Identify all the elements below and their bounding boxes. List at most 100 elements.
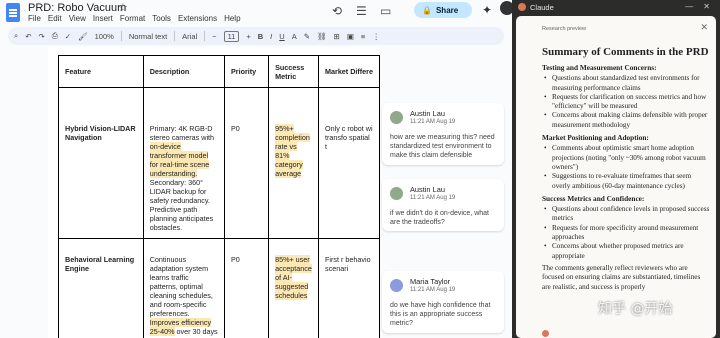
section-list: Comments about optimistic smart home ado… — [542, 144, 710, 190]
avatar[interactable] — [500, 1, 512, 15]
cell-feature[interactable]: Hybrid Vision-LIDAR Navigation — [58, 87, 144, 239]
cell-market[interactable]: Only c robot wi transfo spatial t — [318, 87, 380, 239]
metric-highlight[interactable]: 85%+ user acceptance of AI-suggested sch… — [275, 255, 312, 300]
share-label: Share — [435, 5, 459, 15]
spellcheck-icon[interactable]: ✓ — [65, 32, 71, 41]
cell-description[interactable]: Primary: 4K RGB-D stereo cameras with on… — [142, 87, 226, 239]
table-row: Behavioral Learning Engine Continuous ad… — [58, 238, 380, 338]
more-icon[interactable]: ⋮ — [372, 32, 380, 41]
comment-card[interactable]: Austin Lau 11:21 AM Aug 19 how are we me… — [382, 103, 504, 165]
menu-extensions[interactable]: Extensions — [178, 14, 217, 23]
italic-icon[interactable]: I — [270, 32, 272, 41]
comment-text: do we have high confidence that this is … — [390, 302, 491, 327]
history-icon[interactable]: ⟲ — [332, 4, 342, 18]
align-icon[interactable]: ≡ — [361, 32, 365, 41]
add-comment-icon[interactable]: ⊞ — [334, 32, 340, 41]
document-title[interactable]: PRD: Robo Vacuum — [28, 2, 126, 14]
comment-text: how are we measuring this? need standard… — [390, 134, 495, 159]
comment-time: 11:21 AM Aug 19 — [410, 195, 456, 201]
cell-feature[interactable]: Behavioral Learning Engine — [58, 238, 144, 338]
menu-edit[interactable]: Edit — [48, 14, 62, 23]
menu-insert[interactable]: Insert — [93, 14, 113, 23]
list-item: Comments about optimistic smart home ado… — [542, 144, 710, 172]
commenter-name: Maria Taylor — [410, 277, 451, 286]
list-item: Questions about confidence levels in pro… — [542, 205, 710, 224]
summary-closing: The comments generally reflect reviewers… — [542, 263, 701, 291]
share-button[interactable]: 🔒 Share — [414, 2, 472, 18]
prd-table: Feature Description Priority Success Met… — [58, 55, 380, 338]
commenter-name: Austin Lau — [410, 109, 445, 118]
underline-icon[interactable]: U — [279, 32, 284, 41]
link-icon[interactable]: ⛓ — [317, 32, 327, 41]
comment-card[interactable]: Maria Taylor 11:21 AM Aug 19 do we have … — [382, 271, 504, 333]
commenter-name: Austin Lau — [410, 185, 445, 194]
card-label: Research preview — [542, 26, 587, 32]
section-title: Success Metrics and Confidence: — [542, 193, 645, 203]
comment-icon[interactable]: ☰ — [356, 4, 367, 18]
document-page[interactable]: Feature Description Priority Success Met… — [48, 47, 380, 338]
gemini-icon[interactable]: ✦ — [482, 3, 492, 17]
menu-view[interactable]: View — [69, 14, 86, 23]
cell-description[interactable]: Continuous adaptation system learns traf… — [142, 238, 226, 338]
section-list: Questions about standardized test enviro… — [542, 74, 710, 130]
desc-highlight[interactable]: on-device transformer model for real-tim… — [149, 142, 210, 178]
list-item: Concerns about whether proposed metrics … — [542, 242, 710, 261]
header-market: Market Differe — [318, 55, 380, 88]
cell-priority[interactable]: P0 — [224, 87, 270, 239]
paint-format-icon[interactable]: 🖌 — [78, 32, 88, 41]
formatting-toolbar: ⌕ ↶ ↷ ⎙ ✓ 🖌 100% Normal text Arial − 11 … — [8, 27, 504, 45]
comment-time: 11:21 AM Aug 19 — [410, 119, 456, 125]
menu-tools[interactable]: Tools — [152, 14, 171, 23]
search-icon[interactable]: ⌕ — [14, 31, 18, 41]
redo-icon[interactable]: ↷ — [39, 32, 45, 41]
claude-panel: Claude — ✕ Research preview ✕ Summary of… — [512, 0, 720, 338]
list-item: Questions about standardized test enviro… — [542, 74, 710, 93]
menu-format[interactable]: Format — [120, 14, 145, 23]
docs-titlebar: PRD: Robo Vacuum ☆ File Edit View Insert… — [0, 0, 512, 26]
research-card: Research preview ✕ Summary of Comments i… — [516, 16, 716, 338]
cell-metric[interactable]: 95%+ completion rate vs 81% category ave… — [268, 87, 320, 239]
comment-time: 11:21 AM Aug 19 — [410, 287, 456, 293]
style-select[interactable]: Normal text — [129, 32, 167, 41]
menu-file[interactable]: File — [28, 14, 41, 23]
screen: PRD: Robo Vacuum ☆ File Edit View Insert… — [0, 0, 720, 338]
section-list: Questions about confidence levels in pro… — [542, 205, 710, 261]
list-item: Requests for clarification on success me… — [542, 93, 710, 112]
commenter-avatar — [390, 187, 403, 200]
desc-text: Primary: 4K RGB-D stereo cameras with — [149, 124, 215, 142]
claude-app-name: Claude — [530, 2, 554, 12]
font-size-decrease[interactable]: − — [212, 32, 216, 41]
docs-logo-icon[interactable] — [6, 3, 20, 22]
print-icon[interactable]: ⎙ — [52, 31, 58, 41]
menu-help[interactable]: Help — [224, 14, 240, 23]
metric-highlight[interactable]: 95%+ completion rate vs 81% category ave… — [275, 124, 310, 178]
cell-metric[interactable]: 85%+ user acceptance of AI-suggested sch… — [268, 238, 320, 338]
divider — [174, 31, 176, 41]
highlight-icon[interactable]: ✎ — [304, 32, 310, 41]
comment-card[interactable]: Austin Lau 11:21 AM Aug 19 if we didn't … — [382, 179, 504, 231]
list-item: Requests for more specificity around mea… — [542, 224, 710, 243]
zoom-select[interactable]: 100% — [95, 32, 114, 41]
meet-icon[interactable]: ▭ — [380, 4, 391, 18]
font-size-input[interactable]: 11 — [223, 30, 240, 42]
image-icon[interactable]: ▣ — [347, 32, 354, 41]
font-select[interactable]: Arial — [182, 32, 197, 41]
star-icon[interactable]: ☆ — [118, 1, 128, 14]
summary-heading: Summary of Comments in the PRD — [542, 46, 709, 58]
cell-market[interactable]: First r behavio scenari — [318, 238, 380, 338]
font-size-increase[interactable]: + — [246, 32, 250, 41]
divider — [120, 31, 122, 41]
list-item: Concerns about making claims defensible … — [542, 111, 710, 130]
text-color-icon[interactable]: A — [292, 32, 297, 41]
undo-icon[interactable]: ↶ — [25, 32, 31, 41]
desc-text: Secondary: 360° LIDAR backup for safety … — [149, 178, 214, 232]
header-priority: Priority — [224, 55, 270, 88]
table-header-row: Feature Description Priority Success Met… — [58, 55, 380, 88]
bold-icon[interactable]: B — [258, 32, 263, 41]
claude-spark-icon — [542, 330, 549, 337]
claude-logo-icon — [518, 3, 526, 11]
close-icon[interactable]: ✕ — [700, 22, 708, 33]
window-controls[interactable]: — ✕ — [685, 2, 714, 11]
cell-priority[interactable]: P0 — [224, 238, 270, 338]
list-item: Suggestions to re-evaluate timeframes th… — [542, 172, 710, 191]
